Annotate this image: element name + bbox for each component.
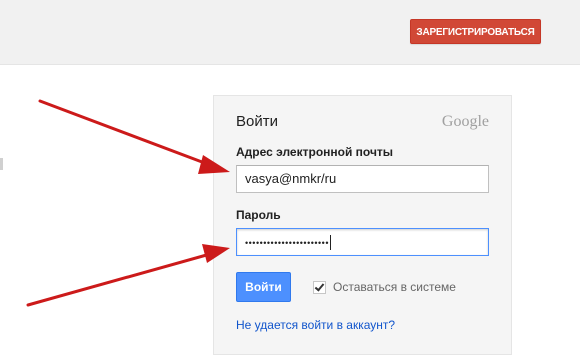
red-arrow-to-password-field bbox=[26, 244, 230, 307]
password-mask: ••••••••••••••••••••••• bbox=[245, 237, 329, 248]
password-label: Пароль bbox=[236, 208, 281, 222]
signin-card: Войти Google Адрес электронной почты vas… bbox=[213, 95, 512, 355]
stay-signed-in-label: Оставаться в системе bbox=[333, 280, 456, 294]
email-field[interactable]: vasya@nmkr/ru bbox=[236, 165, 489, 193]
signup-button[interactable]: ЗАРЕГИСТРИРОВАТЬСЯ bbox=[410, 19, 541, 44]
stay-signed-in-checkbox[interactable] bbox=[313, 280, 326, 294]
signin-button[interactable]: Войти bbox=[236, 272, 291, 302]
text-caret bbox=[329, 235, 331, 251]
signin-title: Войти bbox=[236, 113, 278, 130]
password-field[interactable]: ••••••••••••••••••••••• bbox=[236, 228, 489, 256]
google-logo: Google bbox=[441, 113, 489, 130]
red-arrow-to-email-field bbox=[38, 99, 230, 174]
cant-signin-link[interactable]: Не удается войти в аккаунт? bbox=[236, 318, 395, 332]
page-edge-mark bbox=[0, 158, 3, 170]
stay-signed-in[interactable]: Оставаться в системе bbox=[313, 280, 456, 294]
top-bar: ЗАРЕГИСТРИРОВАТЬСЯ bbox=[0, 0, 580, 65]
email-label: Адрес электронной почты bbox=[236, 145, 394, 159]
